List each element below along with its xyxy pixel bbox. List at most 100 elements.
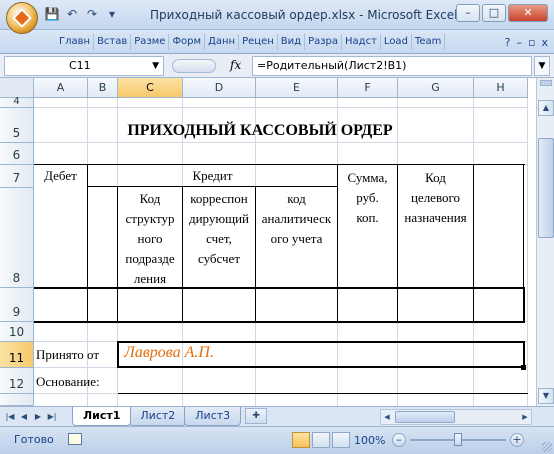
column-header-b[interactable]: B — [88, 78, 118, 98]
tab-data[interactable]: Данн — [205, 34, 240, 50]
sheet-tab-1[interactable]: Лист1 — [72, 407, 132, 426]
worksheet-grid[interactable]: A B C D E F G H 4 5 6 7 8 9 10 11 12 ПРИ… — [0, 78, 554, 406]
tab-team[interactable]: Team — [412, 34, 446, 50]
minimize-button[interactable]: – — [456, 4, 480, 22]
name-box[interactable]: C11 ▼ — [4, 56, 164, 76]
credit-header: Кредит — [192, 168, 233, 183]
formula-input[interactable]: =Родительный(Лист2!B1) — [252, 56, 532, 76]
selected-cell-border — [117, 341, 525, 343]
name-box-value: C11 — [69, 59, 91, 72]
header-line: аналитическ — [261, 211, 332, 226]
tab-home[interactable]: Главн — [56, 34, 95, 50]
row-header-11[interactable]: 11 — [0, 342, 34, 368]
row-header-8[interactable]: 8 — [0, 188, 34, 288]
tab-insert[interactable]: Встав — [94, 34, 132, 50]
zoom-slider-thumb[interactable] — [454, 433, 462, 446]
insert-function-icon[interactable]: fx — [230, 58, 241, 72]
zoom-level[interactable]: 100% — [354, 434, 385, 447]
scroll-down-icon[interactable]: ▼ — [538, 388, 554, 404]
window-title: Приходный кассовый ордер.xlsx - Microsof… — [150, 8, 458, 22]
select-all-corner[interactable] — [0, 78, 34, 98]
workbook-minimize-button[interactable]: – — [517, 36, 523, 49]
fill-handle[interactable] — [521, 365, 526, 370]
office-logo-icon — [12, 8, 32, 28]
column-header-f[interactable]: F — [338, 78, 398, 98]
row-header-13[interactable] — [0, 394, 34, 406]
sheet-tab-3[interactable]: Лист3 — [184, 407, 242, 426]
header-line: подразде — [125, 251, 175, 266]
column-header-a[interactable]: A — [34, 78, 88, 98]
scroll-left-icon[interactable]: ◀ — [381, 410, 393, 424]
row-header-7[interactable]: 7 — [0, 165, 34, 188]
redo-icon[interactable]: ↷ — [84, 6, 100, 22]
header-line: ного — [137, 231, 163, 246]
workbook-restore-button[interactable]: ▫ — [528, 36, 535, 49]
horizontal-scroll-thumb[interactable] — [395, 411, 455, 423]
table-border — [523, 164, 524, 288]
row-header-12[interactable]: 12 — [0, 368, 34, 394]
column-header-h[interactable]: H — [474, 78, 528, 98]
tab-developer[interactable]: Разра — [305, 34, 343, 50]
vertical-scroll-thumb[interactable] — [538, 138, 554, 238]
table-border — [34, 164, 525, 165]
chevron-down-icon[interactable]: ▼ — [152, 57, 159, 75]
selected-cell-border — [117, 366, 525, 368]
tab-view[interactable]: Вид — [278, 34, 306, 50]
ribbon: Главн Встав Разме Форм Данн Рецен Вид Ра… — [0, 30, 554, 54]
accepted-from-value[interactable]: Лаврова А.П. — [124, 344, 214, 362]
tab-page-layout[interactable]: Разме — [131, 34, 170, 50]
last-sheet-icon[interactable]: ▶| — [46, 410, 58, 424]
row-header-4[interactable]: 4 — [0, 96, 34, 108]
scroll-up-icon[interactable]: ▲ — [538, 100, 554, 116]
column-header-c[interactable]: C — [118, 78, 183, 98]
table-border — [87, 164, 88, 322]
macro-record-icon[interactable] — [68, 433, 82, 445]
insert-sheet-icon[interactable]: ✚ — [245, 408, 268, 424]
header-line: корреспон — [190, 191, 248, 206]
header-line: дирующий — [188, 211, 250, 226]
page-layout-view-icon[interactable] — [312, 432, 330, 448]
column-header-g[interactable]: G — [398, 78, 474, 98]
basis-label: Основание: — [36, 374, 100, 389]
expand-formula-bar-icon[interactable]: ▼ — [534, 56, 550, 76]
next-sheet-icon[interactable]: ▶ — [32, 410, 44, 424]
workbook-close-button[interactable]: x — [541, 36, 548, 49]
office-button[interactable] — [6, 2, 38, 34]
prev-sheet-icon[interactable]: ◀ — [18, 410, 30, 424]
split-handle[interactable] — [540, 80, 552, 86]
vertical-scrollbar[interactable]: ▲ ▼ — [536, 78, 554, 406]
close-button[interactable]: ✕ — [508, 4, 548, 22]
row-header-9[interactable]: 9 — [0, 288, 34, 322]
zoom-out-icon[interactable]: – — [392, 433, 406, 447]
column-header-e[interactable]: E — [256, 78, 338, 98]
page-break-view-icon[interactable] — [332, 432, 350, 448]
tab-formulas[interactable]: Форм — [169, 34, 206, 50]
sum-header-line: коп. — [356, 210, 379, 225]
tab-load[interactable]: Load — [381, 34, 412, 50]
help-icon[interactable]: ? — [505, 36, 511, 49]
undo-icon[interactable]: ↶ — [64, 6, 80, 22]
first-sheet-icon[interactable]: |◀ — [4, 410, 16, 424]
formula-bar-resize-handle[interactable] — [172, 59, 216, 73]
header-line: ого учета — [270, 231, 323, 246]
view-buttons — [292, 432, 350, 448]
tab-addins[interactable]: Надст — [342, 34, 381, 50]
selected-cell-border — [523, 341, 525, 368]
normal-view-icon[interactable] — [292, 432, 310, 448]
column-header-d[interactable]: D — [183, 78, 256, 98]
basis-underline — [118, 393, 528, 394]
row-header-5[interactable]: 5 — [0, 108, 34, 143]
maximize-button[interactable]: □ — [482, 4, 506, 22]
header-line: счет, — [206, 231, 232, 246]
horizontal-scrollbar[interactable]: ◀ ▶ — [380, 409, 532, 425]
resize-grip-icon[interactable] — [542, 442, 552, 452]
save-icon[interactable]: 💾 — [44, 6, 60, 22]
row-header-6[interactable]: 6 — [0, 143, 34, 165]
tab-review[interactable]: Рецен — [239, 34, 278, 50]
zoom-in-icon[interactable]: + — [510, 433, 524, 447]
customize-qat-icon[interactable]: ▾ — [104, 6, 120, 22]
row-header-10[interactable]: 10 — [0, 322, 34, 342]
sheet-tab-2[interactable]: Лист2 — [129, 407, 187, 426]
scroll-right-icon[interactable]: ▶ — [519, 410, 531, 424]
purpose-code-header: Код целевого назначения — [398, 168, 473, 228]
